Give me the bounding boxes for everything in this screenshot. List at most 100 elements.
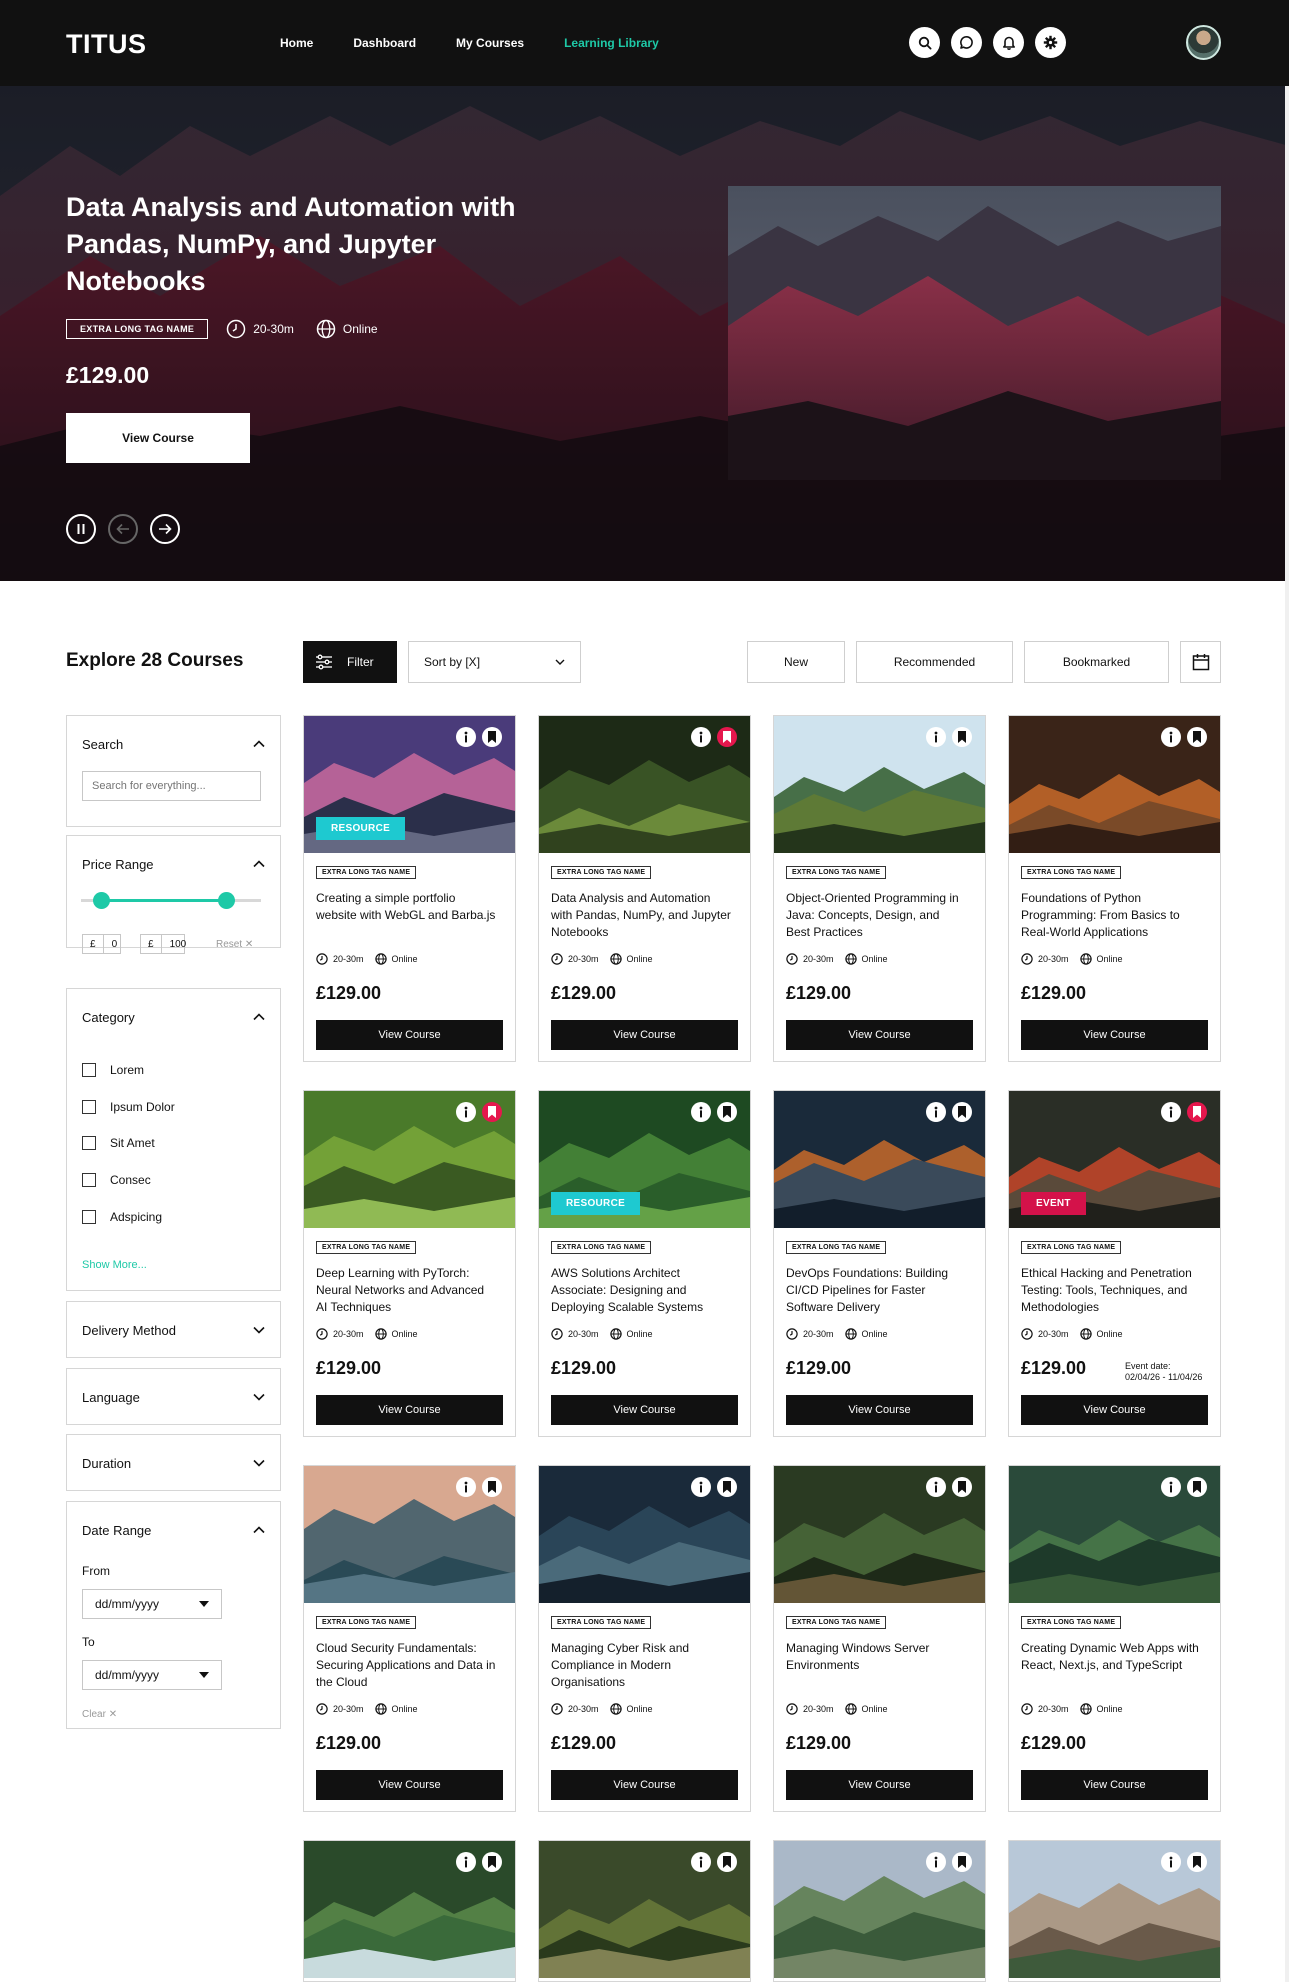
bookmark-icon[interactable] (482, 1477, 502, 1497)
chevron-up-icon[interactable] (253, 1013, 265, 1021)
bookmark-icon[interactable] (482, 1102, 502, 1122)
chevron-up-icon[interactable] (253, 860, 265, 868)
info-icon[interactable] (691, 727, 711, 747)
category-option-consec[interactable]: Consec (82, 1173, 151, 1187)
hero-view-course-button[interactable]: View Course (66, 413, 250, 463)
logo[interactable]: TITUS (66, 29, 147, 60)
category-option-adspicing[interactable]: Adspicing (82, 1210, 162, 1224)
price-min-input[interactable]: £ 0 (82, 934, 121, 954)
nav-link-dashboard[interactable]: Dashboard (353, 36, 416, 50)
course-card[interactable]: EXTRA LONG TAG NAME Creating Dynamic Web… (1008, 1465, 1221, 1812)
info-icon[interactable] (691, 1477, 711, 1497)
checkbox[interactable] (82, 1210, 96, 1224)
view-course-button[interactable]: View Course (786, 1770, 973, 1800)
course-card[interactable]: EXTRA LONG TAG NAME Managing Cyber Risk … (538, 1465, 751, 1812)
checkbox[interactable] (82, 1136, 96, 1150)
view-course-button[interactable]: View Course (1021, 1770, 1208, 1800)
date-from-select[interactable]: dd/mm/yyyy (82, 1589, 222, 1619)
view-course-button[interactable]: View Course (316, 1020, 503, 1050)
course-card[interactable]: EXTRA LONG TAG NAME Data Analysis and Au… (538, 715, 751, 1062)
nav-link-home[interactable]: Home (280, 36, 313, 50)
chevron-down-icon[interactable] (253, 1459, 265, 1467)
course-card[interactable]: EVENT EXTRA LONG TAG NAME Ethical Hackin… (1008, 1090, 1221, 1437)
price-slider-min-handle[interactable] (93, 892, 110, 909)
delivery-method-panel[interactable]: Delivery Method (66, 1301, 281, 1358)
price-slider-max-handle[interactable] (218, 892, 235, 909)
course-card[interactable] (773, 1840, 986, 1982)
view-course-button[interactable]: View Course (1021, 1395, 1208, 1425)
course-card[interactable]: RESOURCE EXTRA LONG TAG NAME AWS Solutio… (538, 1090, 751, 1437)
course-card[interactable] (1008, 1840, 1221, 1982)
date-clear-link[interactable]: Clear ✕ (82, 1709, 117, 1720)
info-icon[interactable] (456, 1852, 476, 1872)
course-card[interactable] (538, 1840, 751, 1982)
course-card[interactable]: EXTRA LONG TAG NAME Foundations of Pytho… (1008, 715, 1221, 1062)
bookmark-icon[interactable] (952, 727, 972, 747)
info-icon[interactable] (926, 1852, 946, 1872)
chevron-down-icon[interactable] (253, 1326, 265, 1334)
bookmark-icon[interactable] (482, 727, 502, 747)
bookmark-icon[interactable] (1187, 1102, 1207, 1122)
pause-icon[interactable] (66, 514, 96, 544)
view-course-button[interactable]: View Course (1021, 1020, 1208, 1050)
chat-icon[interactable] (951, 27, 982, 58)
bookmark-icon[interactable] (952, 1852, 972, 1872)
bookmark-icon[interactable] (1187, 1477, 1207, 1497)
bell-icon[interactable] (993, 27, 1024, 58)
category-option-lorem[interactable]: Lorem (82, 1063, 144, 1077)
info-icon[interactable] (1161, 1852, 1181, 1872)
view-course-button[interactable]: View Course (786, 1395, 973, 1425)
bookmark-icon[interactable] (1187, 1852, 1207, 1872)
category-option-sit-amet[interactable]: Sit Amet (82, 1136, 155, 1150)
course-card[interactable]: RESOURCE EXTRA LONG TAG NAME Creating a … (303, 715, 516, 1062)
checkbox[interactable] (82, 1063, 96, 1077)
show-more-link[interactable]: Show More... (82, 1259, 147, 1271)
page-scrollbar[interactable] (1285, 86, 1289, 1982)
info-icon[interactable] (456, 727, 476, 747)
search-input[interactable] (82, 771, 261, 801)
info-icon[interactable] (926, 727, 946, 747)
bookmark-icon[interactable] (482, 1852, 502, 1872)
bookmark-icon[interactable] (717, 1852, 737, 1872)
info-icon[interactable] (456, 1477, 476, 1497)
checkbox[interactable] (82, 1173, 96, 1187)
chevron-down-icon[interactable] (253, 1393, 265, 1401)
language-panel[interactable]: Language (66, 1368, 281, 1425)
arrow-right-icon[interactable] (150, 514, 180, 544)
view-course-button[interactable]: View Course (316, 1770, 503, 1800)
date-to-select[interactable]: dd/mm/yyyy (82, 1660, 222, 1690)
info-icon[interactable] (691, 1102, 711, 1122)
nav-link-learning-library[interactable]: Learning Library (564, 36, 659, 50)
chevron-up-icon[interactable] (253, 1526, 265, 1534)
course-card[interactable]: EXTRA LONG TAG NAME DevOps Foundations: … (773, 1090, 986, 1437)
calendar-button[interactable] (1180, 641, 1221, 683)
bookmark-icon[interactable] (717, 1477, 737, 1497)
bookmark-icon[interactable] (717, 727, 737, 747)
course-card[interactable]: EXTRA LONG TAG NAME Object-Oriented Prog… (773, 715, 986, 1062)
chevron-up-icon[interactable] (253, 740, 265, 748)
info-icon[interactable] (1161, 1102, 1181, 1122)
view-course-button[interactable]: View Course (316, 1395, 503, 1425)
price-reset-link[interactable]: Reset ✕ (216, 939, 253, 950)
tab-bookmarked[interactable]: Bookmarked (1024, 641, 1169, 683)
view-course-button[interactable]: View Course (786, 1020, 973, 1050)
course-card[interactable]: EXTRA LONG TAG NAME Managing Windows Ser… (773, 1465, 986, 1812)
bookmark-icon[interactable] (952, 1102, 972, 1122)
bookmark-icon[interactable] (1187, 727, 1207, 747)
info-icon[interactable] (456, 1102, 476, 1122)
search-icon[interactable] (909, 27, 940, 58)
price-max-input[interactable]: £ 100 (140, 934, 186, 954)
view-course-button[interactable]: View Course (551, 1020, 738, 1050)
bookmark-icon[interactable] (717, 1102, 737, 1122)
filter-button[interactable]: Filter (303, 641, 397, 683)
info-icon[interactable] (1161, 727, 1181, 747)
checkbox[interactable] (82, 1100, 96, 1114)
info-icon[interactable] (691, 1852, 711, 1872)
tab-new[interactable]: New (747, 641, 845, 683)
sort-select[interactable]: Sort by [X] (408, 641, 581, 683)
bookmark-icon[interactable] (952, 1477, 972, 1497)
info-icon[interactable] (926, 1102, 946, 1122)
duration-panel[interactable]: Duration (66, 1434, 281, 1491)
arrow-left-icon[interactable] (108, 514, 138, 544)
course-card[interactable] (303, 1840, 516, 1982)
